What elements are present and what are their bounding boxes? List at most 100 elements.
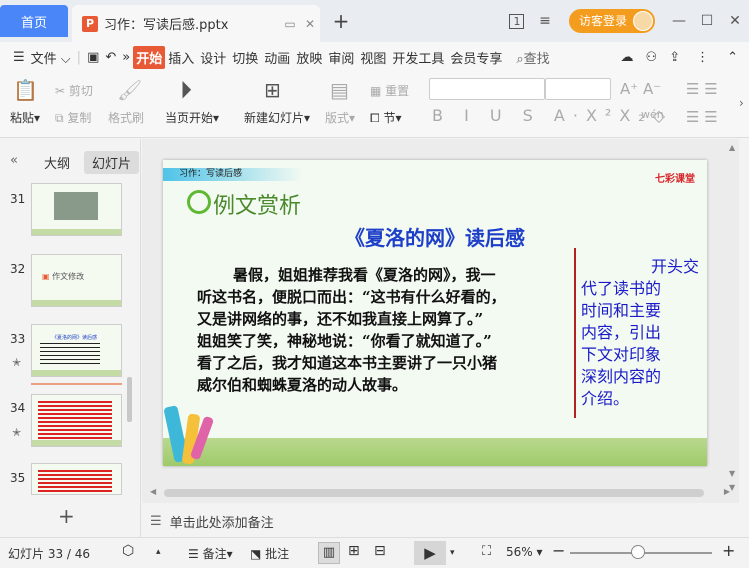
slide-thumbnail-32[interactable]: ▣ 作文修改 bbox=[31, 254, 122, 307]
minimize-icon[interactable]: — bbox=[665, 13, 693, 29]
ribbon-scroll-right-icon[interactable]: › bbox=[739, 96, 744, 110]
vertical-scrollbar[interactable]: ▲ ▼ ▼ bbox=[729, 139, 739, 499]
collapse-panel-icon[interactable]: « bbox=[2, 151, 26, 170]
fit-window-icon[interactable]: ⛶ bbox=[482, 544, 491, 559]
start-from-current-button[interactable]: 当页开始▾ bbox=[165, 109, 219, 126]
tab-outline[interactable]: 大纲 bbox=[36, 151, 78, 174]
list-controls[interactable]: ☰ ☰ bbox=[686, 80, 718, 98]
align-controls[interactable]: ☰ ☰ bbox=[686, 108, 718, 126]
guest-login-button[interactable]: 访客登录 bbox=[568, 9, 655, 33]
tab-review[interactable]: 审阅 bbox=[325, 48, 357, 67]
undo-icon[interactable]: ↶ bbox=[102, 50, 119, 65]
copy-button[interactable]: ⧉ 复制 bbox=[55, 109, 91, 126]
ribbon-toolbar: 📋 粘贴▾ ✂ 剪切 ⧉ 复制 🖌 格式刷 ⏵ 当页开始▾ ⊞ 新建幻灯片▾ ▤… bbox=[0, 72, 749, 138]
zoom-slider-handle[interactable] bbox=[631, 545, 646, 559]
thumb-number: 33 bbox=[10, 332, 26, 346]
cut-button[interactable]: ✂ 剪切 bbox=[55, 82, 93, 99]
thumb-number: 32 bbox=[10, 262, 26, 276]
theme-icon[interactable]: ⬡ bbox=[122, 543, 134, 559]
phonetic-icon[interactable]: wén bbox=[641, 108, 664, 121]
body-line: 姐姐笑了笑，神秘地说：“你看了就知道了。” bbox=[197, 332, 492, 350]
section-icon: ⧠ bbox=[370, 111, 380, 125]
tab-slideshow[interactable]: 放映 bbox=[293, 48, 325, 67]
notes-placeholder[interactable]: 单击此处添加备注 bbox=[170, 512, 274, 531]
comment-icon: ⬔ bbox=[250, 547, 262, 561]
reset-button[interactable]: ▦ 重置 bbox=[370, 82, 409, 99]
side-note-line: 开头交 bbox=[650, 257, 699, 276]
horizontal-scrollbar[interactable]: ◀ ▶ bbox=[150, 487, 730, 497]
status-bar: 幻灯片 33 / 46 ⬡ ▴ ☰ 备注▾ ⬔ 批注 ▥ ⊞ ⊟ ▶ ▾ ⛶ 5… bbox=[0, 537, 749, 568]
save-icon[interactable]: ▣ bbox=[84, 50, 102, 65]
brand-logo: 七彩课堂 bbox=[655, 174, 695, 185]
tab-slides[interactable]: 幻灯片 bbox=[84, 151, 140, 174]
tab-member[interactable]: 会员专享 bbox=[447, 48, 505, 67]
slide-thumbnail-35[interactable] bbox=[31, 463, 122, 495]
zoom-out-icon[interactable]: − bbox=[552, 541, 565, 560]
file-menu[interactable]: 文件 ⌵ bbox=[28, 48, 74, 67]
section-button[interactable]: ⧠ 节▾ bbox=[370, 109, 401, 126]
expand-icon[interactable]: ▴ bbox=[156, 547, 161, 557]
add-slide-icon[interactable]: + bbox=[58, 504, 75, 528]
side-note-line: 代了读书的 bbox=[581, 279, 662, 298]
slide-thumbnail-33[interactable]: 《夏洛的网》读后感 bbox=[31, 324, 122, 377]
font-size-select[interactable] bbox=[545, 78, 611, 100]
tab-view[interactable]: 视图 bbox=[357, 48, 389, 67]
panel-scrollbar[interactable] bbox=[127, 377, 132, 422]
tab-close-icon[interactable]: ✕ bbox=[300, 17, 320, 31]
zoom-select[interactable]: 56% ▾ bbox=[506, 545, 543, 559]
new-slide-button[interactable]: 新建幻灯片▾ bbox=[244, 109, 310, 126]
play-options-icon[interactable]: ▾ bbox=[450, 548, 455, 558]
slide-canvas[interactable]: 习作：写读后感 七彩课堂 例文赏析 《夏洛的网》读后感 暑假，姐姐推荐我看《夏洛… bbox=[163, 160, 707, 466]
hamburger-icon[interactable]: ☰ bbox=[10, 50, 28, 65]
classroom-photo bbox=[54, 192, 98, 220]
tab-design[interactable]: 设计 bbox=[197, 48, 229, 67]
play-current-icon[interactable]: ⏵ bbox=[180, 76, 192, 104]
cloud-icon[interactable]: ☁ bbox=[618, 50, 637, 65]
thumb-number: 31 bbox=[10, 192, 26, 206]
close-window-icon[interactable]: ✕ bbox=[721, 13, 749, 29]
collapse-ribbon-icon[interactable]: ⌃ bbox=[724, 50, 741, 65]
more-options-icon[interactable]: ⋮ bbox=[693, 50, 712, 65]
tab-animation[interactable]: 动画 bbox=[261, 48, 293, 67]
new-slide-icon[interactable]: ⊞ bbox=[264, 78, 281, 102]
tab-insert[interactable]: 插入 bbox=[165, 48, 197, 67]
tab-transition[interactable]: 切换 bbox=[229, 48, 261, 67]
notes-toggle-button[interactable]: ☰ 备注▾ bbox=[188, 545, 233, 562]
more-icon[interactable]: » bbox=[119, 50, 133, 65]
normal-view-icon[interactable]: ▥ bbox=[318, 542, 340, 564]
thumb-number: 35 bbox=[10, 471, 26, 485]
new-tab-icon[interactable]: + bbox=[330, 10, 352, 32]
home-tab[interactable]: 首页 bbox=[0, 5, 68, 37]
slide-sorter-icon[interactable]: ⊞ bbox=[348, 543, 360, 559]
format-painter-button[interactable]: 格式刷 bbox=[108, 109, 144, 126]
tab-developer[interactable]: 开发工具 bbox=[389, 48, 447, 67]
paste-icon[interactable]: 📋 bbox=[13, 78, 38, 102]
layout-icon[interactable]: ▤ bbox=[330, 78, 349, 102]
paste-button[interactable]: 粘贴▾ bbox=[10, 109, 40, 126]
slide-thumbnail-34[interactable] bbox=[31, 394, 122, 447]
thumb-label: ▣ 作文修改 bbox=[42, 272, 85, 281]
notes-bar[interactable]: ☰ 单击此处添加备注 bbox=[142, 505, 749, 537]
side-note-line: 下文对印象 bbox=[581, 345, 662, 364]
share-user-icon[interactable]: ⚇ bbox=[643, 50, 661, 65]
menu-icon[interactable]: ≡ bbox=[531, 13, 559, 29]
maximize-icon[interactable]: ☐ bbox=[693, 13, 721, 29]
tab-start[interactable]: 开始 bbox=[133, 45, 166, 69]
slide-thumbnail-31[interactable] bbox=[31, 183, 122, 236]
share-icon[interactable]: ⇪ bbox=[666, 50, 683, 65]
layout-button[interactable]: 版式▾ bbox=[325, 109, 355, 126]
font-size-controls[interactable]: A⁺ A⁻ bbox=[620, 80, 661, 98]
document-tab[interactable]: P 习作：写读后感.pptx ▭ ✕ bbox=[72, 5, 320, 42]
search-box[interactable]: ⌕查找 bbox=[513, 48, 552, 67]
text-format-controls[interactable]: B I U S A·X²X₂◇ bbox=[432, 106, 673, 125]
play-slideshow-icon[interactable]: ▶ bbox=[414, 541, 446, 565]
page-count-icon[interactable]: 1 bbox=[503, 13, 531, 29]
format-painter-icon[interactable]: 🖌 bbox=[117, 78, 142, 102]
scissors-icon: ✂ bbox=[55, 84, 66, 98]
tab-window-icon[interactable]: ▭ bbox=[280, 17, 300, 31]
zoom-in-icon[interactable]: + bbox=[722, 541, 735, 560]
reading-view-icon[interactable]: ⊟ bbox=[374, 543, 386, 559]
section-badge-icon bbox=[187, 190, 211, 214]
font-family-select[interactable] bbox=[429, 78, 545, 100]
comments-button[interactable]: ⬔ 批注 bbox=[250, 545, 289, 562]
